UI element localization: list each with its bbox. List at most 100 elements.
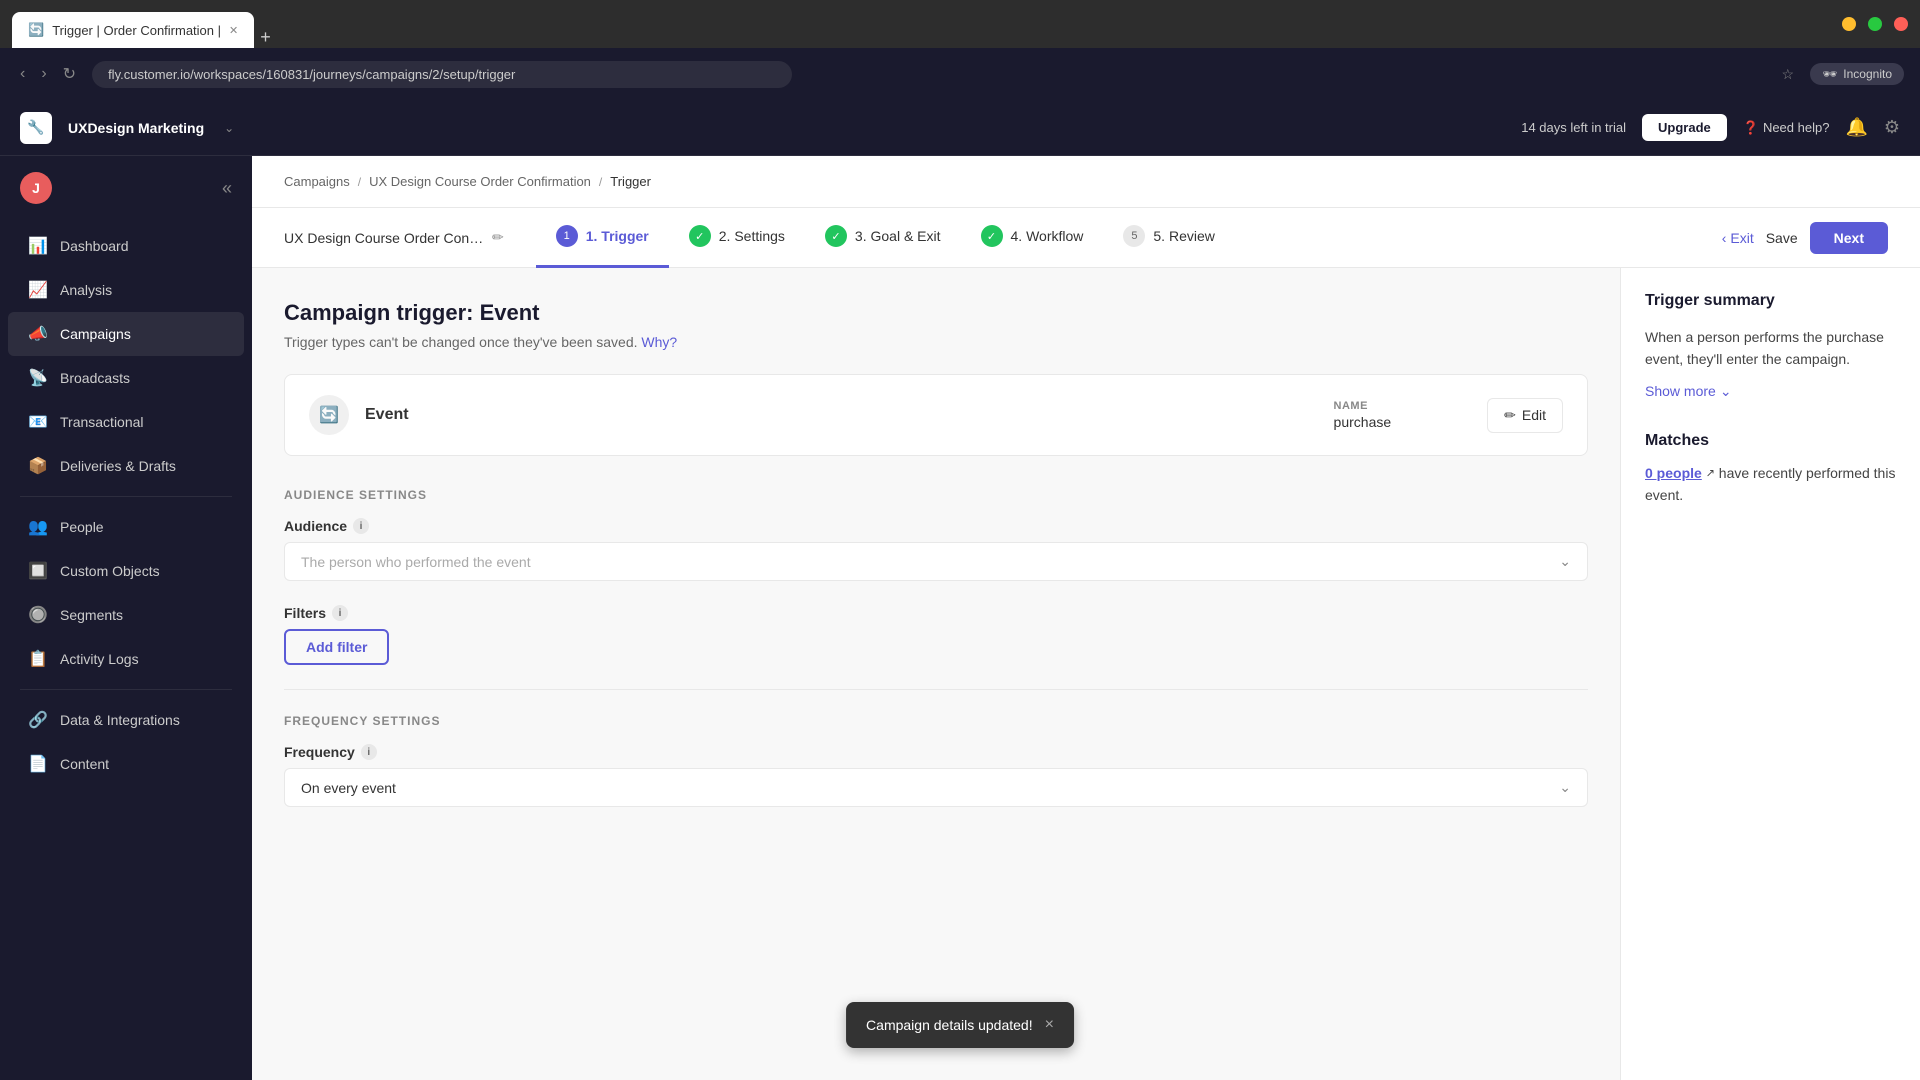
browser-tabs: 🔄 Trigger | Order Confirmation | ✕ + bbox=[12, 0, 271, 48]
sidebar-item-dashboard[interactable]: 📊 Dashboard bbox=[8, 224, 244, 268]
transactional-icon: 📧 bbox=[28, 412, 48, 432]
event-icon: 🔄 bbox=[309, 395, 349, 435]
incognito-icon: 🕶 bbox=[1822, 67, 1837, 81]
save-button[interactable]: Save bbox=[1766, 230, 1798, 246]
chevron-down-icon: ⌄ bbox=[1720, 383, 1732, 400]
nav-buttons: ‹ › ↻ bbox=[16, 60, 80, 88]
frequency-select[interactable]: On every event ⌄ bbox=[284, 768, 1588, 807]
main-content: Campaigns / UX Design Course Order Confi… bbox=[252, 156, 1920, 1080]
exit-button[interactable]: ‹ Exit bbox=[1722, 230, 1754, 246]
content-icon: 📄 bbox=[28, 754, 48, 774]
sidebar-item-activity-logs[interactable]: 📋 Activity Logs bbox=[8, 637, 244, 681]
close-window-button[interactable]: ✕ bbox=[1894, 17, 1908, 31]
sidebar-item-analysis[interactable]: 📈 Analysis bbox=[8, 268, 244, 312]
active-tab[interactable]: 🔄 Trigger | Order Confirmation | ✕ bbox=[12, 12, 254, 48]
step-2-settings[interactable]: ✓ 2. Settings bbox=[669, 208, 805, 268]
campaign-title-area: UX Design Course Order Confi... ✏ bbox=[284, 229, 504, 246]
audience-info-icon[interactable]: i bbox=[353, 518, 369, 534]
breadcrumb-sep-2: / bbox=[599, 175, 602, 189]
sidebar-item-deliveries[interactable]: 📦 Deliveries & Drafts bbox=[8, 444, 244, 488]
sidebar-item-custom-objects[interactable]: 🔲 Custom Objects bbox=[8, 549, 244, 593]
minimize-button[interactable]: — bbox=[1842, 17, 1856, 31]
back-button[interactable]: ‹ bbox=[16, 60, 29, 88]
settings-icon[interactable]: ⚙ bbox=[1884, 117, 1900, 138]
sidebar-item-segments[interactable]: 🔘 Segments bbox=[8, 593, 244, 637]
people-count-link[interactable]: 0 people bbox=[1645, 465, 1702, 481]
breadcrumb-campaign-name[interactable]: UX Design Course Order Confirmation bbox=[369, 174, 591, 189]
filters-field-label: Filters i bbox=[284, 605, 1588, 621]
address-bar: ‹ › ↻ ☆ 🕶 Incognito bbox=[0, 48, 1920, 100]
audience-field-group: Audience i The person who performed the … bbox=[284, 518, 1588, 581]
section-divider bbox=[284, 689, 1588, 690]
campaign-title-edit-icon[interactable]: ✏ bbox=[492, 229, 504, 246]
matches-title: Matches bbox=[1645, 432, 1896, 450]
event-info: Event bbox=[365, 406, 1318, 424]
address-input[interactable] bbox=[92, 61, 792, 88]
sidebar-item-transactional[interactable]: 📧 Transactional bbox=[8, 400, 244, 444]
audience-select-arrow-icon: ⌄ bbox=[1559, 553, 1571, 570]
need-help-button[interactable]: ❓ Need help? bbox=[1743, 120, 1830, 136]
header-right: 14 days left in trial Upgrade ❓ Need hel… bbox=[1521, 114, 1900, 141]
frequency-info-icon[interactable]: i bbox=[361, 744, 377, 760]
pencil-icon: ✏ bbox=[1504, 407, 1516, 424]
workspace-caret-icon[interactable]: ⌄ bbox=[224, 121, 234, 135]
breadcrumb-campaigns[interactable]: Campaigns bbox=[284, 174, 350, 189]
page-subtitle: Trigger types can't be changed once they… bbox=[284, 334, 1588, 350]
forward-button[interactable]: › bbox=[37, 60, 50, 88]
toast-close-button[interactable]: × bbox=[1045, 1016, 1054, 1034]
toast-container: Campaign details updated! × bbox=[846, 1002, 1074, 1048]
step-nav: UX Design Course Order Confi... ✏ 1 1. T… bbox=[252, 208, 1920, 268]
step-3-indicator: ✓ bbox=[825, 225, 847, 247]
event-name-label: NAME bbox=[1334, 400, 1392, 412]
add-filter-button[interactable]: Add filter bbox=[284, 629, 389, 665]
audience-select[interactable]: The person who performed the event ⌄ bbox=[284, 542, 1588, 581]
app-logo: 🔧 bbox=[20, 112, 52, 144]
frequency-section-label: FREQUENCY SETTINGS bbox=[284, 714, 1588, 728]
step-3-goal[interactable]: ✓ 3. Goal & Exit bbox=[805, 208, 961, 268]
reload-button[interactable]: ↻ bbox=[59, 60, 80, 88]
window-controls: — ⬜ ✕ bbox=[1842, 17, 1908, 31]
sidebar-item-campaigns[interactable]: 📣 Campaigns bbox=[8, 312, 244, 356]
sidebar-separator-2 bbox=[20, 689, 232, 690]
next-button[interactable]: Next bbox=[1810, 222, 1888, 254]
people-icon: 👥 bbox=[28, 517, 48, 537]
step-3-label: 3. Goal & Exit bbox=[855, 228, 941, 244]
step-4-label: 4. Workflow bbox=[1011, 228, 1084, 244]
segments-icon: 🔘 bbox=[28, 605, 48, 625]
step-4-indicator: ✓ bbox=[981, 225, 1003, 247]
why-link[interactable]: Why? bbox=[641, 334, 677, 350]
step-1-trigger[interactable]: 1 1. Trigger bbox=[536, 208, 669, 268]
sidebar-item-broadcasts[interactable]: 📡 Broadcasts bbox=[8, 356, 244, 400]
maximize-button[interactable]: ⬜ bbox=[1868, 17, 1882, 31]
breadcrumb-current: Trigger bbox=[610, 174, 651, 189]
show-more-button[interactable]: Show more ⌄ bbox=[1645, 383, 1732, 400]
activity-logs-icon: 📋 bbox=[28, 649, 48, 669]
sidebar-app-icon: J bbox=[20, 172, 52, 204]
new-tab-button[interactable]: + bbox=[260, 27, 271, 48]
notifications-icon[interactable]: 🔔 bbox=[1845, 117, 1867, 138]
step-4-workflow[interactable]: ✓ 4. Workflow bbox=[961, 208, 1104, 268]
deliveries-icon: 📦 bbox=[28, 456, 48, 476]
steps-area: 1 1. Trigger ✓ 2. Settings ✓ 3. Goal & E… bbox=[536, 208, 1722, 268]
event-name-value: purchase bbox=[1334, 414, 1392, 430]
sidebar-item-data-integrations[interactable]: 🔗 Data & Integrations bbox=[8, 698, 244, 742]
step-1-label: 1. Trigger bbox=[586, 228, 649, 244]
bookmark-icon[interactable]: ☆ bbox=[1782, 66, 1795, 83]
custom-objects-icon: 🔲 bbox=[28, 561, 48, 581]
step-2-indicator: ✓ bbox=[689, 225, 711, 247]
frequency-select-arrow-icon: ⌄ bbox=[1559, 779, 1571, 796]
sidebar-item-people[interactable]: 👥 People bbox=[8, 505, 244, 549]
trigger-summary-text: When a person performs the purchase even… bbox=[1645, 326, 1896, 371]
step-5-review[interactable]: 5 5. Review bbox=[1103, 208, 1234, 268]
page-content: Campaign trigger: Event Trigger types ca… bbox=[252, 268, 1920, 1080]
filters-info-icon[interactable]: i bbox=[332, 605, 348, 621]
toast: Campaign details updated! × bbox=[846, 1002, 1074, 1048]
sidebar-collapse-button[interactable]: « bbox=[222, 178, 232, 199]
upgrade-button[interactable]: Upgrade bbox=[1642, 114, 1727, 141]
page-title: Campaign trigger: Event bbox=[284, 300, 1588, 326]
incognito-badge: 🕶 Incognito bbox=[1810, 63, 1904, 85]
event-edit-button[interactable]: ✏ Edit bbox=[1487, 398, 1563, 433]
data-integrations-icon: 🔗 bbox=[28, 710, 48, 730]
tab-close-icon[interactable]: ✕ bbox=[229, 24, 238, 37]
sidebar-item-content[interactable]: 📄 Content bbox=[8, 742, 244, 786]
